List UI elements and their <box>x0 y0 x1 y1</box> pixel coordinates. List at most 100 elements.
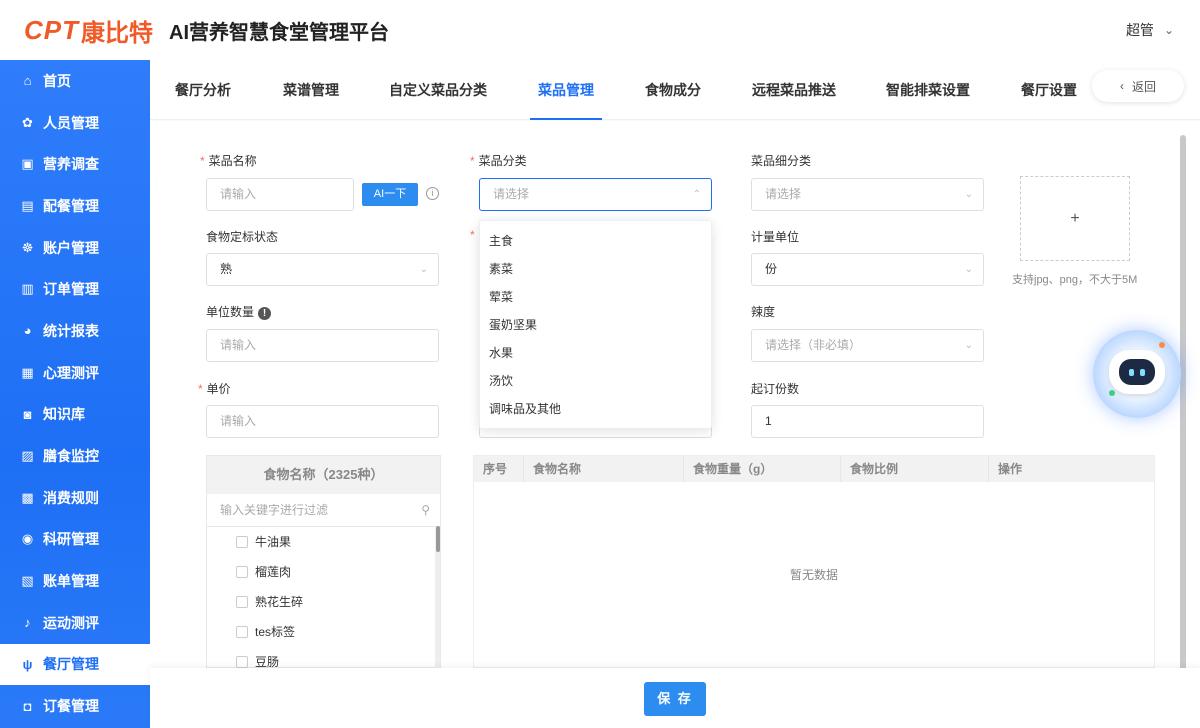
upload-hint: 支持jpg、png，不大于5M <box>1012 274 1138 286</box>
tab-0[interactable]: 餐厅分析 <box>175 60 231 120</box>
ai-button[interactable]: AI一下 <box>362 183 418 206</box>
category-option[interactable]: 主食 <box>480 227 711 255</box>
dish-name-label: * 菜品名称 <box>200 154 257 168</box>
people-icon: ✿ <box>22 114 33 130</box>
chevron-down-icon: ⌄ <box>419 264 428 275</box>
list-item[interactable]: tes标签 <box>207 617 440 647</box>
checkbox[interactable] <box>236 566 248 578</box>
back-button[interactable]: ‹ 返回 <box>1092 70 1184 102</box>
meal-icon: ▤ <box>21 197 34 213</box>
info-icon[interactable]: i <box>426 187 439 200</box>
sidebar-item-12[interactable]: ▧ 账单管理 <box>0 560 150 602</box>
tab-2[interactable]: 自定义菜品分类 <box>389 60 487 120</box>
column-header: 序号 <box>474 456 524 482</box>
survey-icon: ▣ <box>21 156 34 172</box>
logo: CPT 康比特 <box>24 13 153 48</box>
dish-category-select[interactable]: 请选择 ⌃ <box>479 178 712 211</box>
category-option[interactable]: 蛋奶坚果 <box>480 311 711 339</box>
green-dot <box>1109 390 1115 396</box>
sport-icon: ♪ <box>24 615 31 631</box>
sidebar-item-label: 科研管理 <box>43 531 99 548</box>
back-label: 返回 <box>1131 79 1156 94</box>
research-icon: ◉ <box>21 531 34 547</box>
category-option[interactable]: 素菜 <box>480 255 711 283</box>
restaurant-icon: ψ <box>22 656 33 672</box>
dish-name-input[interactable]: 请输入 <box>206 178 354 211</box>
dish-subcategory-select[interactable]: 请选择 ⌄ <box>751 178 984 211</box>
sidebar-item-label: 知识库 <box>43 406 85 423</box>
sidebar-item-9[interactable]: ▨ 膳食监控 <box>0 435 150 477</box>
tab-6[interactable]: 智能排菜设置 <box>886 60 970 120</box>
food-name: 榴莲肉 <box>255 565 292 579</box>
sidebar-item-11[interactable]: ◉ 科研管理 <box>0 519 150 561</box>
sidebar-item-2[interactable]: ▣ 营养调查 <box>0 143 150 185</box>
checkbox[interactable] <box>236 656 248 668</box>
sidebar-item-5[interactable]: ▥ 订单管理 <box>0 268 150 310</box>
sidebar-item-14[interactable]: ψ 餐厅管理 <box>0 643 150 686</box>
sidebar-item-15[interactable]: ◘ 订餐管理 <box>0 685 150 727</box>
sidebar-item-4[interactable]: ☸ 账户管理 <box>0 227 150 269</box>
footer-bar: 保 存 <box>150 668 1200 728</box>
food-state-label: 食物定标状态 <box>206 230 279 244</box>
tab-1[interactable]: 菜谱管理 <box>283 60 339 120</box>
psych-icon: ▦ <box>21 364 34 380</box>
robot-face <box>1119 359 1155 385</box>
chevron-down-icon: ⌄ <box>964 340 973 351</box>
category-option[interactable]: 汤饮 <box>480 367 711 395</box>
image-upload[interactable]: + <box>1020 176 1130 261</box>
list-item[interactable]: 榴莲肉 <box>207 557 440 587</box>
price-input[interactable]: 请输入 <box>206 405 439 438</box>
chevron-down-icon: ⌄ <box>964 189 973 200</box>
sidebar-item-label: 配餐管理 <box>43 197 99 214</box>
tab-4[interactable]: 食物成分 <box>645 60 701 120</box>
sidebar-item-label: 餐厅管理 <box>43 656 99 673</box>
warning-icon[interactable]: ! <box>258 307 272 320</box>
sidebar-item-6[interactable]: ◕ 统计报表 <box>0 310 150 352</box>
list-item[interactable]: 牛油果 <box>207 527 440 557</box>
sidebar-item-1[interactable]: ✿ 人员管理 <box>0 102 150 144</box>
plus-icon: + <box>1070 209 1080 227</box>
chevron-down-icon: ⌄ <box>1163 23 1174 37</box>
dish-form: * 菜品名称 请输入 AI一下 i * 菜品分类 请选择 ⌃ 菜品细分类 请选择 ⌄ +… <box>150 121 1200 669</box>
hidden-field-marker: * <box>470 228 475 242</box>
sidebar-item-label: 营养调查 <box>43 156 99 173</box>
tab-5[interactable]: 远程菜品推送 <box>752 60 836 120</box>
checkbox[interactable] <box>236 536 248 548</box>
spicy-label: 辣度 <box>751 305 776 319</box>
food-filter-input[interactable]: 输入关键字进行过滤 ⚲ <box>207 494 440 527</box>
unit-qty-input[interactable]: 请输入 <box>206 329 439 362</box>
spicy-select[interactable]: 请选择（非必填） ⌄ <box>751 329 984 362</box>
price-label: * 单价 <box>198 382 231 396</box>
sidebar-item-0[interactable]: ⌂ 首页 <box>0 60 150 102</box>
food-list-header: 食物名称（2325种） <box>207 456 440 494</box>
measure-unit-select[interactable]: 份 ⌄ <box>751 253 984 286</box>
sidebar-item-3[interactable]: ▤ 配餐管理 <box>0 185 150 227</box>
rules-icon: ▩ <box>21 489 34 505</box>
min-order-input[interactable]: 1 <box>751 405 984 438</box>
food-name: tes标签 <box>255 625 296 639</box>
sidebar-item-10[interactable]: ▩ 消费规则 <box>0 477 150 519</box>
order-icon: ▥ <box>21 281 34 297</box>
food-list-scrollbar[interactable] <box>436 526 440 552</box>
bill-icon: ▧ <box>21 573 34 589</box>
list-item[interactable]: 熟花生碎 <box>207 587 440 617</box>
sidebar-item-8[interactable]: ◙ 知识库 <box>0 394 150 436</box>
category-option[interactable]: 调味品及其他 <box>480 395 711 423</box>
category-option[interactable]: 水果 <box>480 339 711 367</box>
checkbox[interactable] <box>236 626 248 638</box>
sidebar-item-7[interactable]: ▦ 心理测评 <box>0 352 150 394</box>
sidebar-item-label: 消费规则 <box>43 489 99 506</box>
user-menu[interactable]: 超管 ⌄ <box>1126 20 1174 40</box>
save-button[interactable]: 保 存 <box>644 682 706 716</box>
checkbox[interactable] <box>236 596 248 608</box>
chevron-up-icon: ⌃ <box>692 189 701 200</box>
sidebar-item-13[interactable]: ♪ 运动测评 <box>0 602 150 644</box>
tab-3[interactable]: 菜品管理 <box>530 60 602 120</box>
tab-7[interactable]: 餐厅设置 <box>1021 60 1077 120</box>
category-option[interactable]: 荤菜 <box>480 283 711 311</box>
food-state-select[interactable]: 熟 ⌄ <box>206 253 439 286</box>
empty-state: 暂无数据 <box>789 568 838 582</box>
page-scrollbar[interactable] <box>1180 135 1186 670</box>
sidebar: ⌂ 首页 ✿ 人员管理 ▣ 营养调查 ▤ 配餐管理 ☸ 账户管理 ▥ 订单管理 ◕ 统计报表 ▦ 心理测评 ◙ 知… <box>0 60 150 728</box>
ai-assistant-robot-icon[interactable] <box>1093 330 1181 418</box>
